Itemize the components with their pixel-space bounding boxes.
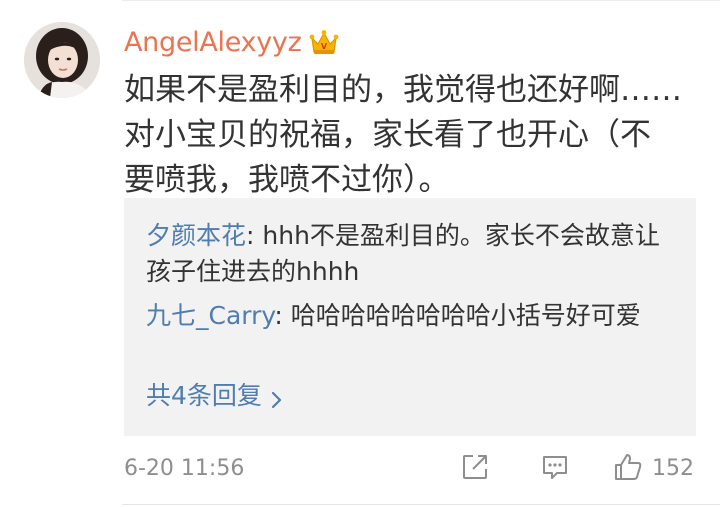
comment-meta-row: 6-20 11:56 152	[124, 448, 696, 492]
share-button[interactable]	[460, 452, 490, 486]
username[interactable]: AngelAlexyyz	[124, 24, 302, 62]
svg-text:V: V	[321, 42, 328, 51]
comment-header: AngelAlexyyz V	[124, 24, 339, 62]
like-button[interactable]: 152	[612, 452, 694, 486]
reply-button[interactable]	[540, 452, 570, 486]
chevron-right-icon	[270, 385, 284, 409]
reply-username[interactable]: 夕颜本花	[146, 221, 246, 250]
reply-text: 哈哈哈哈哈哈哈哈小括号好可爱	[290, 301, 641, 330]
share-external-icon	[460, 452, 490, 486]
top-divider	[122, 0, 720, 1]
avatar[interactable]	[24, 22, 100, 98]
reply-separator: :	[246, 221, 263, 250]
reply-username[interactable]: 九七_Carry	[146, 301, 274, 330]
like-count: 152	[652, 456, 694, 481]
bottom-divider	[122, 504, 720, 505]
reply-separator: :	[274, 301, 291, 330]
more-replies-label: 共4条回复	[146, 381, 262, 410]
comment-timestamp: 6-20 11:56	[124, 456, 245, 481]
more-replies-link[interactable]: 共4条回复	[146, 378, 284, 414]
replies-box[interactable]: 夕颜本花: hhh不是盈利目的。家长不会故意让孩子住进去的hhhh 九七_Car…	[124, 198, 696, 436]
comment-text: 如果不是盈利目的，我觉得也还好啊…… 对小宝贝的祝福，家长看了也开心（不 要喷我…	[124, 72, 682, 198]
reply-item[interactable]: 九七_Carry: 哈哈哈哈哈哈哈哈小括号好可爱	[146, 298, 676, 334]
comment-bubble-icon	[540, 452, 570, 486]
reply-item[interactable]: 夕颜本花: hhh不是盈利目的。家长不会故意让孩子住进去的hhhh	[146, 218, 676, 290]
crown-vip-icon[interactable]: V	[309, 29, 339, 57]
thumbs-up-icon	[612, 451, 644, 487]
